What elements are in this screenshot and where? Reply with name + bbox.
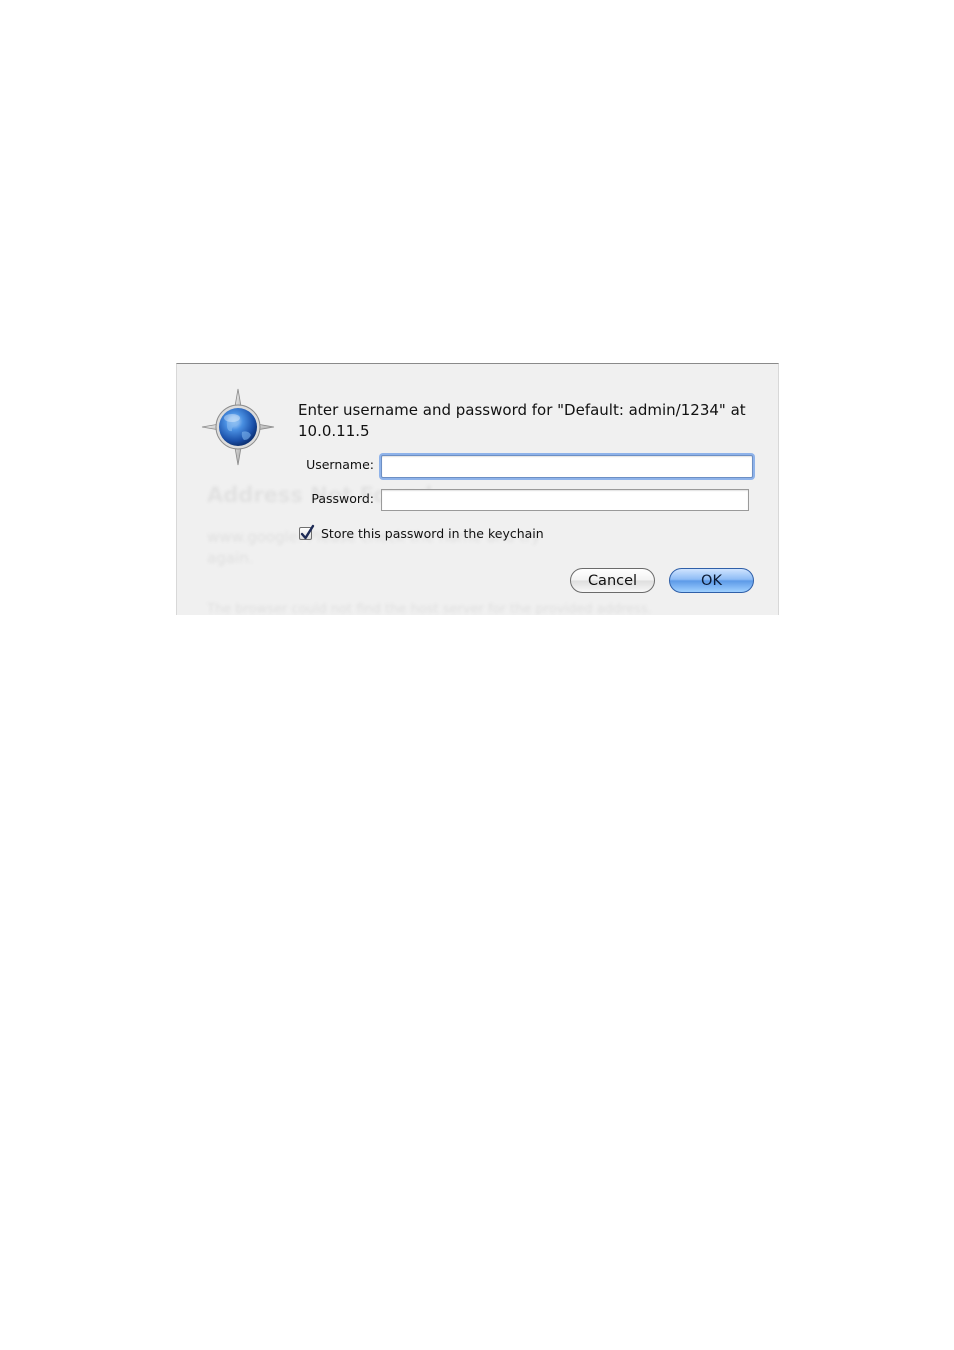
ok-button[interactable]: OK: [669, 568, 754, 593]
password-input[interactable]: [381, 489, 749, 511]
authentication-dialog: Address Not Found www.google. Please che…: [176, 363, 779, 615]
dialog-prompt-text: Enter username and password for "Default…: [298, 401, 746, 440]
store-password-checkbox-row[interactable]: Store this password in the keychain: [299, 524, 544, 542]
store-password-checkbox[interactable]: [299, 524, 315, 540]
username-label: Username:: [306, 457, 374, 472]
background-page-text-line: The browser could not find the host serv…: [207, 602, 652, 615]
cancel-button[interactable]: Cancel: [570, 568, 655, 593]
safari-compass-icon: [201, 388, 275, 466]
page: Address Not Found www.google. Please che…: [0, 0, 954, 1350]
store-password-label: Store this password in the keychain: [321, 525, 544, 541]
username-input[interactable]: [381, 455, 753, 478]
checkmark-icon: [300, 524, 315, 539]
password-label: Password:: [311, 491, 374, 506]
background-page-text-line: again.: [207, 549, 254, 567]
